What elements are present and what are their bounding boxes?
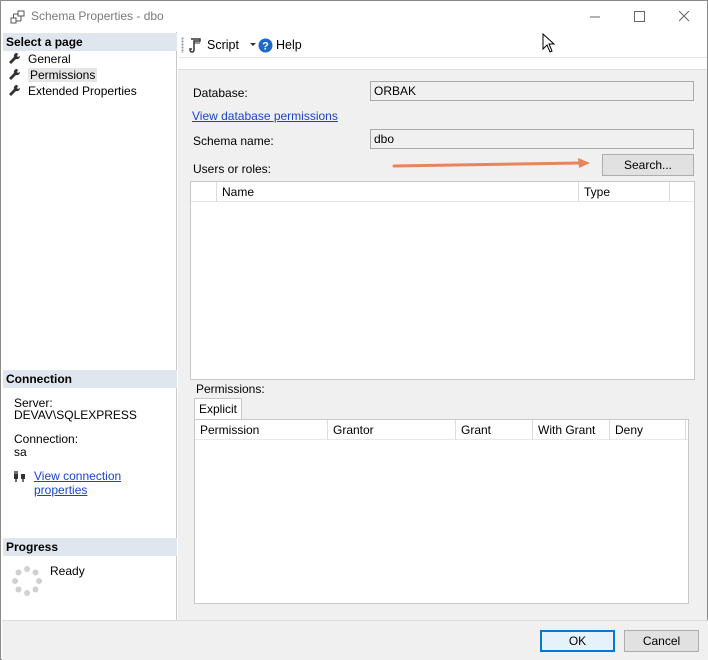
window-title: Schema Properties - dbo <box>31 9 164 23</box>
column-header-name[interactable]: Name <box>217 182 579 202</box>
script-icon <box>189 38 201 53</box>
page-item-extended-properties[interactable]: Extended Properties <box>8 83 137 99</box>
database-field: ORBAK <box>370 81 694 101</box>
schema-name-field: dbo <box>370 129 694 149</box>
search-button[interactable]: Search... <box>602 154 694 176</box>
toolbar: Script ? Help <box>178 32 707 58</box>
close-button[interactable] <box>661 1 707 31</box>
page-label: General <box>28 52 71 66</box>
connection-value: sa <box>14 445 27 459</box>
view-connection-properties-link[interactable]: View connection properties <box>34 469 176 497</box>
maximize-button[interactable] <box>616 1 662 31</box>
connection-header: Connection <box>3 370 177 388</box>
title-bar: Schema Properties - dbo <box>1 1 707 32</box>
users-grid-header: Name Type <box>191 182 694 202</box>
permissions-grid-header: Permission Grantor Grant With Grant Deny <box>195 420 688 440</box>
connection-properties-icon <box>14 471 25 482</box>
page-item-general[interactable]: General <box>8 51 71 67</box>
help-icon: ? <box>258 38 273 52</box>
schema-icon <box>10 10 25 24</box>
permissions-content: Database: ORBAK View database permission… <box>178 69 707 620</box>
schema-properties-window: Schema Properties - dbo Select a page Ge… <box>0 0 708 660</box>
select-page-header: Select a page <box>3 33 177 51</box>
svg-text:?: ? <box>262 40 269 52</box>
column-header-permission[interactable]: Permission <box>195 420 328 440</box>
maximize-icon <box>633 10 645 22</box>
permissions-grid[interactable]: Permission Grantor Grant With Grant Deny <box>194 419 689 604</box>
permissions-label: Permissions: <box>196 382 265 396</box>
script-label: Script <box>207 38 239 52</box>
server-value: DEVAV\SQLEXPRESS <box>14 408 137 422</box>
wrench-icon <box>9 68 21 80</box>
page-item-permissions[interactable]: Permissions <box>8 67 98 83</box>
chevron-down-icon <box>249 43 256 46</box>
users-or-roles-label: Users or roles: <box>193 162 272 176</box>
page-label: Extended Properties <box>28 84 137 98</box>
help-label: Help <box>276 38 302 52</box>
mouse-cursor-icon <box>542 33 556 53</box>
script-button[interactable]: Script <box>189 36 257 54</box>
row-selector-column <box>191 182 217 202</box>
minimize-button[interactable] <box>572 1 618 31</box>
page-label: Permissions <box>28 68 98 82</box>
wrench-icon <box>9 84 21 96</box>
left-pane: Select a page General Permissions Extend… <box>2 32 177 620</box>
view-database-permissions-link[interactable]: View database permissions <box>192 109 338 123</box>
connection-label: Connection: <box>14 432 79 446</box>
tab-explicit[interactable]: Explicit <box>194 398 242 419</box>
progress-header: Progress <box>3 538 177 556</box>
database-label: Database: <box>193 86 248 100</box>
wrench-icon <box>9 52 21 64</box>
help-button[interactable]: ? Help <box>258 36 302 54</box>
annotation-arrow-icon <box>392 158 590 168</box>
toolbar-grip <box>181 37 184 53</box>
ok-button[interactable]: OK <box>540 630 615 652</box>
column-header-type[interactable]: Type <box>579 182 670 202</box>
users-roles-grid[interactable]: Name Type <box>190 181 695 380</box>
column-header-grantor[interactable]: Grantor <box>328 420 456 440</box>
dialog-footer: OK Cancel <box>2 620 708 660</box>
schema-name-label: Schema name: <box>193 134 274 148</box>
close-icon <box>678 10 689 21</box>
column-header-deny[interactable]: Deny <box>610 420 686 440</box>
cancel-button[interactable]: Cancel <box>624 630 699 652</box>
minimize-icon <box>589 16 600 17</box>
column-header-grant[interactable]: Grant <box>456 420 533 440</box>
progress-spinner-icon <box>12 566 42 596</box>
progress-status: Ready <box>50 564 85 578</box>
column-header-with-grant[interactable]: With Grant <box>533 420 610 440</box>
